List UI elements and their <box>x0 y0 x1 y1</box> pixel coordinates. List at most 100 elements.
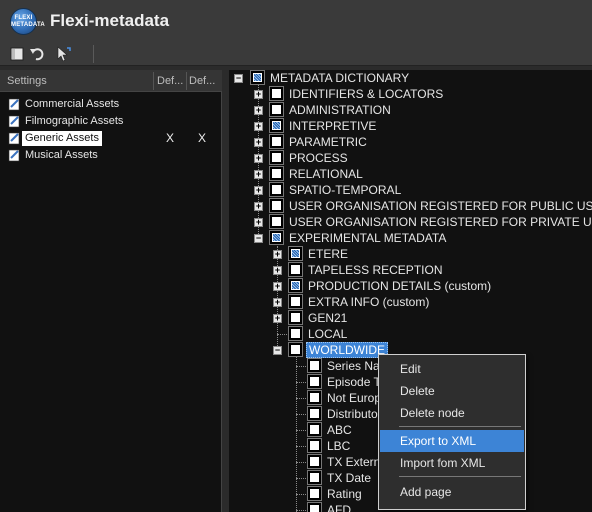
tree-leaf[interactable]: Series Nam <box>229 358 390 374</box>
menu-item-export-xml[interactable]: Export to XML <box>380 430 524 452</box>
tree-node-relational[interactable]: + RELATIONAL <box>229 166 592 182</box>
tree-checkbox[interactable] <box>269 134 284 149</box>
tree-checkbox[interactable] <box>269 182 284 197</box>
column-divider[interactable] <box>186 72 187 90</box>
collapse-icon[interactable]: − <box>254 234 263 243</box>
tree-checkbox[interactable] <box>269 230 284 245</box>
expand-icon[interactable]: + <box>254 122 263 131</box>
tree-node-local[interactable]: LOCAL <box>229 326 592 342</box>
tree-node-label: Not Europ <box>327 391 382 405</box>
tree-node-root[interactable]: − METADATA DICTIONARY <box>229 70 592 86</box>
tree-checkbox[interactable] <box>307 502 322 512</box>
expand-icon[interactable]: + <box>254 154 263 163</box>
tree-node-user-org-private[interactable]: + USER ORGANISATION REGISTERED FOR PRIVA… <box>229 214 592 230</box>
settings-panel: Settings Def... Def... Commercial Assets… <box>0 70 222 512</box>
tree-node-extra-info[interactable]: + EXTRA INFO (custom) <box>229 294 592 310</box>
tree-node-administration[interactable]: + ADMINISTRATION <box>229 102 592 118</box>
tree-checkbox[interactable] <box>307 390 322 405</box>
tree-checkbox[interactable] <box>288 310 303 325</box>
expand-icon[interactable]: + <box>254 106 263 115</box>
tree-node-parametric[interactable]: + PARAMETRIC <box>229 134 592 150</box>
menu-item-edit[interactable]: Edit <box>380 358 524 380</box>
tree-node-gen21[interactable]: + GEN21 <box>229 310 592 326</box>
expand-icon[interactable]: + <box>254 138 263 147</box>
tree-checkbox[interactable] <box>307 406 322 421</box>
tree-node-label: AFD <box>327 503 351 512</box>
app-logo: FLEXI METADATA <box>10 8 45 35</box>
undo-button[interactable] <box>29 45 47 63</box>
tree-checkbox[interactable] <box>288 294 303 309</box>
tree-checkbox[interactable] <box>307 486 322 501</box>
pointer-button[interactable] <box>55 45 73 63</box>
expand-icon[interactable]: + <box>254 218 263 227</box>
tree-node-interpretive[interactable]: + INTERPRETIVE <box>229 118 592 134</box>
tree-node-identifiers[interactable]: + IDENTIFIERS & LOCATORS <box>229 86 592 102</box>
tree-node-user-org-public[interactable]: + USER ORGANISATION REGISTERED FOR PUBLI… <box>229 198 592 214</box>
tree-leaf[interactable]: LBC <box>229 438 379 454</box>
tree-connector <box>296 398 306 399</box>
expand-icon[interactable]: + <box>273 314 282 323</box>
column-divider[interactable] <box>153 72 154 90</box>
settings-item-generic-assets[interactable]: Generic Assets <box>8 130 102 146</box>
tree-node-label: TX Date <box>327 471 372 485</box>
tree-leaf[interactable]: Distributor <box>229 406 382 422</box>
tree-checkbox[interactable] <box>288 342 303 357</box>
new-button[interactable] <box>8 45 26 63</box>
tree-checkbox[interactable] <box>307 374 322 389</box>
tree-connector <box>296 366 306 367</box>
tree-checkbox[interactable] <box>288 246 303 261</box>
expand-icon[interactable]: + <box>273 298 282 307</box>
tree-leaf[interactable]: Rating <box>229 486 379 502</box>
menu-item-import-xml[interactable]: Import fom XML <box>380 452 524 474</box>
collapse-icon[interactable]: − <box>273 346 282 355</box>
tree-leaf[interactable]: TX Date <box>229 470 379 486</box>
column-header-def-2[interactable]: Def... <box>189 75 215 87</box>
tree-checkbox[interactable] <box>269 166 284 181</box>
settings-item-commercial-assets[interactable]: Commercial Assets <box>8 96 122 112</box>
tree-leaf[interactable]: ABC <box>229 422 379 438</box>
undo-icon <box>30 48 44 61</box>
tree-node-experimental[interactable]: − EXPERIMENTAL METADATA <box>229 230 592 246</box>
tree-checkbox[interactable] <box>250 70 265 85</box>
tree-leaf[interactable]: TX Externa <box>229 454 387 470</box>
tree-node-spatio-temporal[interactable]: + SPATIO-TEMPORAL <box>229 182 592 198</box>
settings-item-filmographic-assets[interactable]: Filmographic Assets <box>8 113 126 129</box>
menu-item-delete[interactable]: Delete <box>380 380 524 402</box>
tree-node-etere[interactable]: + ETERE <box>229 246 592 262</box>
collapse-icon[interactable]: − <box>234 74 243 83</box>
tree-checkbox[interactable] <box>288 278 303 293</box>
settings-item-musical-assets[interactable]: Musical Assets <box>8 147 101 163</box>
expand-icon[interactable]: + <box>273 282 282 291</box>
expand-icon[interactable]: + <box>273 266 282 275</box>
tree-checkbox[interactable] <box>288 262 303 277</box>
column-header-def-1[interactable]: Def... <box>157 75 183 87</box>
tree-checkbox[interactable] <box>269 86 284 101</box>
expand-icon[interactable]: + <box>254 202 263 211</box>
tree-leaf[interactable]: Not Europ <box>229 390 382 406</box>
tree-checkbox[interactable] <box>269 214 284 229</box>
tree-checkbox[interactable] <box>307 438 322 453</box>
menu-item-add-page[interactable]: Add page <box>380 481 524 503</box>
tree-checkbox[interactable] <box>288 326 303 341</box>
tree-node-production-details[interactable]: + PRODUCTION DETAILS (custom) <box>229 278 592 294</box>
tree-node-label: USER ORGANISATION REGISTERED FOR PUBLIC … <box>289 199 592 213</box>
expand-icon[interactable]: + <box>254 170 263 179</box>
expand-icon[interactable]: + <box>254 90 263 99</box>
tree-checkbox[interactable] <box>307 422 322 437</box>
tree-checkbox[interactable] <box>269 118 284 133</box>
expand-icon[interactable]: + <box>273 250 282 259</box>
tree-checkbox[interactable] <box>269 198 284 213</box>
tree-checkbox[interactable] <box>269 102 284 117</box>
menu-item-delete-node[interactable]: Delete node <box>380 402 524 424</box>
tree-checkbox[interactable] <box>307 358 322 373</box>
tree-leaf[interactable]: AFD <box>229 502 379 512</box>
document-icon <box>8 149 20 161</box>
tree-node-process[interactable]: + PROCESS <box>229 150 592 166</box>
tree-checkbox[interactable] <box>269 150 284 165</box>
tree-checkbox[interactable] <box>307 470 322 485</box>
expand-icon[interactable]: + <box>254 186 263 195</box>
tree-node-tapeless-reception[interactable]: + TAPELESS RECEPTION <box>229 262 592 278</box>
tree-leaf[interactable]: Episode Ti <box>229 374 383 390</box>
column-header-settings[interactable]: Settings <box>7 75 47 87</box>
tree-checkbox[interactable] <box>307 454 322 469</box>
